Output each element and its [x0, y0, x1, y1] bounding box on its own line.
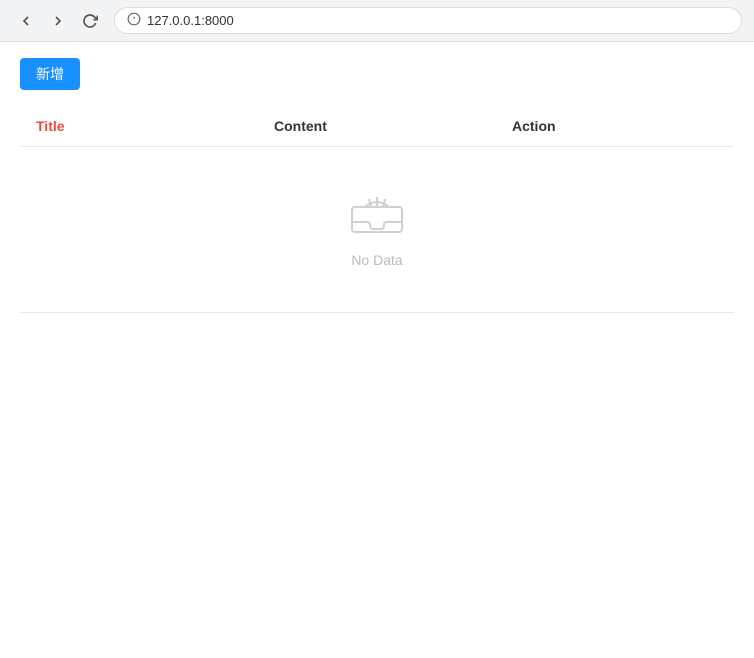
- data-table: Title Content Action: [20, 106, 734, 308]
- table-header-row: Title Content Action: [20, 106, 734, 147]
- table-header: Title Content Action: [20, 106, 734, 147]
- column-header-action: Action: [496, 106, 734, 147]
- refresh-button[interactable]: [76, 7, 104, 35]
- table-footer: [20, 312, 734, 337]
- forward-button[interactable]: [44, 7, 72, 35]
- no-data-text: No Data: [351, 252, 402, 268]
- page-content: 新增 Title Content Action: [0, 42, 754, 353]
- table-body: No Data: [20, 147, 734, 309]
- column-header-title: Title: [20, 106, 258, 147]
- back-button[interactable]: [12, 7, 40, 35]
- address-bar[interactable]: 127.0.0.1:8000: [114, 7, 742, 34]
- no-data-icon: [347, 187, 407, 242]
- browser-chrome: 127.0.0.1:8000: [0, 0, 754, 42]
- empty-state-row: No Data: [20, 147, 734, 309]
- security-info-icon: [127, 12, 141, 29]
- empty-state-cell: No Data: [20, 147, 734, 309]
- add-button[interactable]: 新增: [20, 58, 80, 90]
- url-text: 127.0.0.1:8000: [147, 13, 234, 28]
- empty-state: No Data: [20, 147, 734, 308]
- nav-buttons: [12, 7, 104, 35]
- column-header-content: Content: [258, 106, 496, 147]
